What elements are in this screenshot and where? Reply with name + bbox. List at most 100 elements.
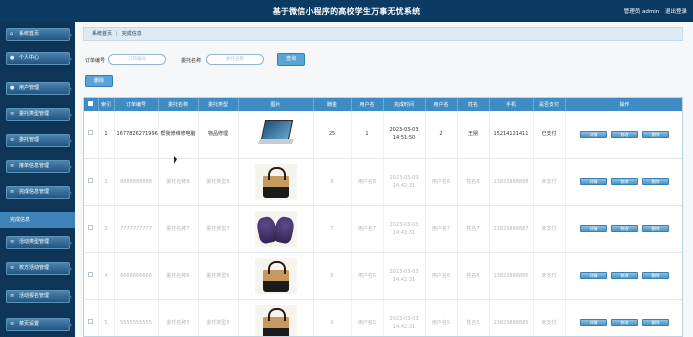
- cell-realname: 姓名5: [457, 299, 490, 336]
- detail-button[interactable]: 详情: [580, 319, 607, 326]
- sidebar-item-commission-types[interactable]: ≡ 委托类型管理: [6, 108, 72, 121]
- chevron-right-icon: [68, 137, 72, 145]
- list-icon: ≡: [10, 239, 15, 245]
- detail-button[interactable]: 详情: [580, 130, 607, 138]
- row-actions: 详情 修改 删除: [568, 178, 682, 185]
- detail-button[interactable]: 详情: [580, 272, 607, 279]
- sidebar-item-activity-signup[interactable]: ≡ 活动报名管理: [6, 290, 72, 303]
- cell-order: 6666666666: [114, 252, 159, 300]
- cell-paid: 未支付: [533, 205, 566, 253]
- sidebar-item-home[interactable]: ⌂ 系统首页: [6, 28, 72, 41]
- table-row: 3 7777777777 委托名称7 委托类型7 7 用户名7 2023-03-03 14:…: [84, 205, 682, 253]
- sidebar-item-commissions[interactable]: ≡ 委托管理: [6, 134, 72, 147]
- column-header: 委托类型: [198, 98, 239, 111]
- edit-button[interactable]: 修改: [611, 178, 638, 185]
- chevron-right-icon: [68, 163, 72, 171]
- product-image: [254, 210, 297, 247]
- cell-type: 物品修理: [198, 111, 239, 159]
- row-checkbox[interactable]: [84, 299, 99, 336]
- delete-row-button[interactable]: 删除: [642, 130, 669, 138]
- cell-user: 1: [351, 111, 384, 159]
- column-header: 图片: [238, 98, 314, 111]
- cell-phone: 13823888885: [489, 299, 534, 336]
- cell-user2: 用户名7: [425, 205, 458, 253]
- commission-name-input[interactable]: 委托名称: [206, 54, 264, 65]
- table-row: 1 1677826271996 帮我修维修电脑 物品修理 25 1 2023-03-03 1…: [84, 111, 682, 159]
- sidebar-item-menu-settings[interactable]: ≡ 菜页设置: [6, 318, 72, 331]
- sidebar-item-profile[interactable]: ● 个人中心: [6, 52, 72, 65]
- cell-reward: 8: [313, 158, 352, 206]
- sidebar-item-school-activities[interactable]: ≡ 校方活动管理: [6, 262, 72, 275]
- cell-realname: 姓名6: [457, 252, 490, 300]
- cell-type: 委托类型5: [198, 299, 239, 336]
- chevron-right-icon: [68, 31, 72, 39]
- cell-order: 8888888888: [114, 158, 159, 206]
- product-image: [254, 304, 297, 336]
- row-actions: 详情 修改 删除: [568, 272, 682, 279]
- list-icon: ≡: [10, 163, 15, 169]
- cell-index: 3: [98, 205, 115, 253]
- sidebar-item-users[interactable]: ● 用户管理: [6, 82, 72, 95]
- order-number-label: 订单编号: [85, 58, 106, 64]
- main-content: 系统首页 | 完成信息 订单编号 订单编号 委托名称 委托名称 查询 删除 索引 订…: [75, 22, 693, 337]
- edit-button[interactable]: 修改: [611, 319, 638, 326]
- query-button[interactable]: 查询: [277, 53, 305, 66]
- cell-reward: 5: [313, 299, 352, 336]
- list-icon: ≡: [10, 265, 15, 271]
- sidebar-item-label: 个人中心: [19, 55, 40, 61]
- detail-button[interactable]: 详情: [580, 225, 607, 232]
- cell-index: 1: [98, 111, 115, 159]
- edit-button[interactable]: 修改: [611, 130, 638, 138]
- order-number-input[interactable]: 订单编号: [108, 54, 166, 65]
- cell-reward: 25: [313, 111, 352, 159]
- cell-type: 委托类型8: [198, 158, 239, 206]
- cell-time: 2023-03-03 14:51:50: [383, 111, 426, 159]
- delete-row-button[interactable]: 删除: [642, 178, 669, 185]
- sidebar-item-label: 完成信息管理: [19, 189, 50, 195]
- product-image: [254, 257, 297, 294]
- delete-button[interactable]: 删除: [85, 75, 113, 87]
- cell-image: [238, 252, 314, 300]
- cell-name: 帮我修维修电脑: [158, 111, 199, 159]
- table-row: 5 5555555555 委托名称5 委托类型5 5 用户名5 2023-03-03 14:…: [84, 299, 682, 336]
- cell-time: 2023-03-03 14:42:31: [383, 299, 426, 336]
- row-checkbox[interactable]: [84, 205, 99, 253]
- row-checkbox[interactable]: [84, 158, 99, 206]
- delete-row-button[interactable]: 删除: [642, 319, 669, 326]
- cell-realname: 王朋: [457, 111, 490, 159]
- commission-name-label: 委托名称: [181, 58, 202, 64]
- cell-index: 4: [98, 252, 115, 300]
- delete-row-button[interactable]: 删除: [642, 272, 669, 279]
- cell-user2: 用户名8: [425, 158, 458, 206]
- row-checkbox[interactable]: [84, 111, 99, 159]
- row-checkbox[interactable]: [84, 252, 99, 300]
- delete-row-button[interactable]: 删除: [642, 225, 669, 232]
- detail-button[interactable]: 详情: [580, 178, 607, 185]
- sidebar-item-completion[interactable]: ≡ 完成信息管理: [6, 186, 72, 199]
- column-header: 手机: [489, 98, 534, 111]
- sidebar-item-activity-types[interactable]: ≡ 活动类型管理: [6, 236, 72, 249]
- cell-paid: 未支付: [533, 252, 566, 300]
- product-image: [254, 163, 297, 200]
- sidebar: ⌂ 系统首页 ● 个人中心 ● 用户管理 ≡ 委托类型管理 ≡ 委托管理 ≡ 接单信息管理 …: [0, 22, 75, 337]
- logout-link[interactable]: 退出登录: [665, 9, 687, 15]
- cell-actions: 详情 修改 删除: [565, 299, 682, 336]
- cell-actions: 详情 修改 删除: [565, 111, 682, 159]
- list-icon: ≡: [10, 293, 15, 299]
- edit-button[interactable]: 修改: [611, 272, 638, 279]
- cell-reward: 7: [313, 205, 352, 253]
- cell-type: 委托类型6: [198, 252, 239, 300]
- cell-actions: 详情 修改 删除: [565, 158, 682, 206]
- current-user: 管理员 admin: [623, 9, 660, 15]
- cell-name: 委托名称5: [158, 299, 199, 336]
- cell-time: 2023-03-03 14:42:31: [383, 158, 426, 206]
- select-all-checkbox[interactable]: [84, 98, 99, 111]
- cell-realname: 姓名8: [457, 158, 490, 206]
- edit-button[interactable]: 修改: [611, 225, 638, 232]
- search-bar: 订单编号 订单编号 委托名称 委托名称 查询: [85, 53, 685, 67]
- sidebar-subitem-completion-info[interactable]: 完成信息: [0, 212, 75, 228]
- sidebar-item-accept-orders[interactable]: ≡ 接单信息管理: [6, 160, 72, 173]
- breadcrumb-home[interactable]: 系统首页: [92, 31, 112, 37]
- product-image: [254, 116, 297, 153]
- cell-phone: 13823888886: [489, 252, 534, 300]
